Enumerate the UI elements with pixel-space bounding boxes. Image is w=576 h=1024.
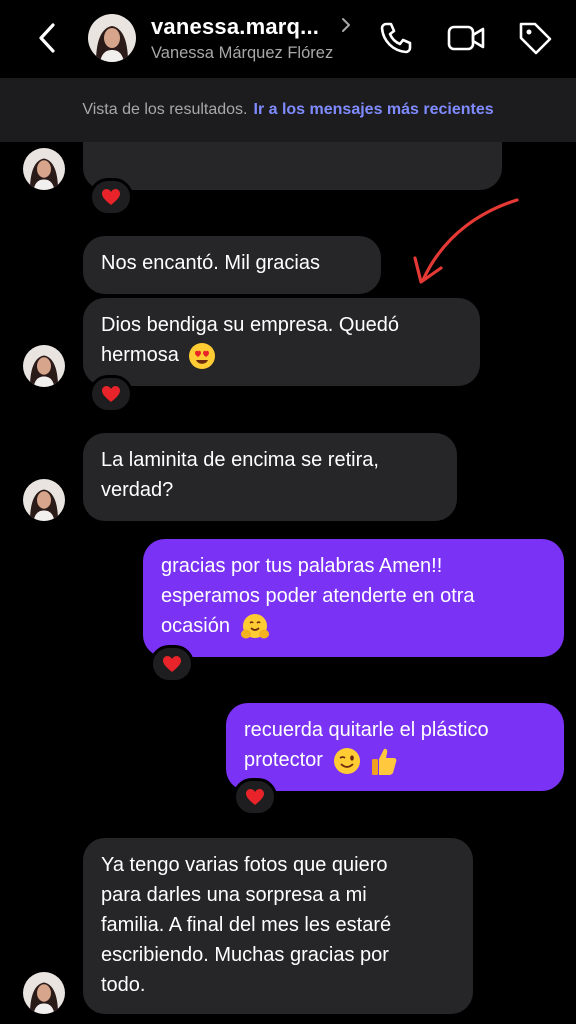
message-text: familia. A final del mes les estaré — [101, 914, 392, 936]
jump-to-recent-link-overlay[interactable]: Ir a los mensajes más recientes — [254, 101, 494, 119]
message-bubble-outgoing[interactable]: recuerda quitarle el plástico protector — [226, 703, 564, 791]
message-bubble[interactable]: Nos encantó. Mil gracias — [83, 236, 381, 294]
annotation-arrow-icon — [413, 198, 519, 284]
wink-emoji-icon — [333, 747, 360, 774]
heart-eyes-emoji-icon — [189, 342, 216, 369]
header-fullname: Vanessa Márquez Flórez — [151, 44, 334, 62]
message-text: Nos encantó. Mil gracias — [101, 252, 320, 274]
heart-icon — [102, 189, 120, 205]
reaction-heart[interactable] — [89, 375, 133, 413]
message-text: Dios bendiga su empresa. Quedó — [101, 314, 399, 336]
search-results-banner-overlay: Vista de los resultados. Ir a los mensaj… — [0, 78, 576, 142]
heart-icon — [163, 656, 181, 672]
header-avatar[interactable] — [88, 14, 136, 62]
message-text: todo. — [101, 974, 146, 996]
message-text: recuerda quitarle el plástico — [244, 719, 489, 741]
chevron-right-icon[interactable] — [340, 16, 352, 34]
message-text: escribiendo. Muchas gracias por — [101, 944, 389, 966]
sender-avatar[interactable] — [23, 972, 65, 1014]
message-text: protector — [244, 749, 323, 771]
sender-avatar[interactable] — [23, 148, 65, 190]
message-bubble[interactable]: La laminita de encima se retira, verdad? — [83, 433, 457, 521]
hugging-face-emoji-icon — [240, 613, 269, 639]
message-text: La laminita de encima se retira, — [101, 449, 379, 471]
message-bubble[interactable]: Ya tengo varias fotos que quiero para da… — [83, 838, 473, 1014]
video-icon — [447, 25, 485, 51]
message-text: gracias por tus palabras Amen!! — [161, 555, 443, 577]
sender-avatar[interactable] — [23, 479, 65, 521]
heart-icon — [246, 789, 264, 805]
reaction-heart[interactable] — [150, 645, 194, 683]
audio-call-button[interactable] — [376, 18, 416, 58]
back-button[interactable] — [30, 18, 64, 58]
banner-text-overlay: Vista de los resultados. — [82, 101, 248, 118]
message-text: hermosa — [101, 344, 179, 366]
message-text: Ya tengo varias fotos que quiero — [101, 854, 388, 876]
message-bubble-outgoing[interactable]: gracias por tus palabras Amen!! esperamo… — [143, 539, 564, 657]
tag-icon — [519, 22, 552, 55]
message-bubble[interactable]: Dios bendiga su empresa. Quedó hermosa — [83, 298, 480, 386]
chat-header: vanessa.marq... Vanessa Márquez Flórez — [0, 0, 576, 78]
reaction-heart[interactable] — [89, 178, 133, 216]
thumbs-up-emoji-icon — [372, 748, 397, 775]
sender-avatar[interactable] — [23, 345, 65, 387]
back-icon — [39, 23, 55, 53]
video-call-button[interactable] — [446, 18, 486, 58]
message-text: para darles una sorpresa a mi — [101, 884, 367, 906]
phone-icon — [380, 22, 412, 54]
message-text: verdad? — [101, 479, 174, 501]
reaction-heart[interactable] — [233, 778, 277, 816]
header-username[interactable]: vanessa.marq... — [151, 14, 319, 40]
heart-icon — [102, 386, 120, 402]
message-text: esperamos poder atenderte en otra — [161, 585, 475, 607]
message-text: ocasión — [161, 615, 230, 637]
label-button[interactable] — [515, 18, 555, 58]
